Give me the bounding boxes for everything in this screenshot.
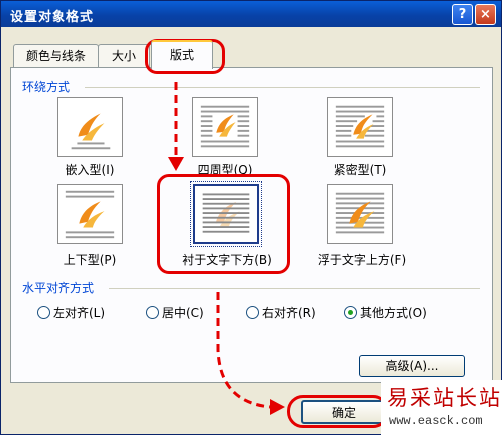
align-center-label: 居中(C) xyxy=(162,305,204,320)
in-front-of-text-label: 浮于文字上方(F) xyxy=(317,253,407,267)
inline-wrap-icon[interactable] xyxy=(57,97,123,157)
format-object-dialog: 设置对象格式 ? × 颜色与线条 大小 版式 环绕方式 嵌入型(I) 四周型(Q… xyxy=(0,0,502,435)
radio-circle-checked xyxy=(344,305,357,319)
tight-wrap-icon[interactable] xyxy=(327,97,393,157)
align-left-radio[interactable]: 左对齐(L) xyxy=(37,303,105,321)
title-bar[interactable]: 设置对象格式 ? × xyxy=(1,1,501,27)
square-wrap-icon[interactable] xyxy=(192,97,258,157)
horizontal-alignment-divider xyxy=(109,288,480,289)
wrapping-style-divider xyxy=(85,87,480,88)
tight-wrap-label: 紧密型(T) xyxy=(333,163,387,177)
tab-layout[interactable]: 版式 xyxy=(151,40,213,69)
radio-circle xyxy=(246,305,259,319)
advanced-button[interactable]: 高级(A)... xyxy=(359,355,465,377)
align-other-radio[interactable]: 其他方式(O) xyxy=(344,303,427,321)
close-button[interactable]: × xyxy=(475,4,496,25)
radio-circle xyxy=(37,305,50,319)
wrapping-style-heading: 环绕方式 xyxy=(22,78,75,95)
horizontal-alignment-heading: 水平对齐方式 xyxy=(22,279,99,296)
top-bottom-wrap-label: 上下型(P) xyxy=(63,253,117,267)
tab-size[interactable]: 大小 xyxy=(98,44,150,68)
radio-check-dot xyxy=(348,309,353,315)
help-button[interactable]: ? xyxy=(452,4,473,25)
align-right-label: 右对齐(R) xyxy=(262,305,316,320)
ok-button[interactable]: 确定 xyxy=(301,400,387,424)
align-left-label: 左对齐(L) xyxy=(53,305,106,320)
square-wrap-label: 四周型(Q) xyxy=(197,163,253,177)
top-bottom-wrap-icon[interactable] xyxy=(57,184,123,244)
behind-text-label: 衬于文字下方(B) xyxy=(182,253,272,267)
behind-text-icon[interactable] xyxy=(190,181,262,247)
watermark-url: www.easck.com xyxy=(389,414,483,428)
watermark-text: 易采站长站 xyxy=(387,386,502,410)
in-front-of-text-icon[interactable] xyxy=(327,184,393,244)
dialog-title: 设置对象格式 xyxy=(10,10,95,25)
radio-circle xyxy=(146,305,159,319)
site-watermark: 易采站长站 www.easck.com xyxy=(381,380,502,435)
align-other-label: 其他方式(O) xyxy=(360,305,427,320)
inline-wrap-label: 嵌入型(I) xyxy=(65,163,115,177)
tab-colors-lines[interactable]: 颜色与线条 xyxy=(13,44,99,68)
align-right-radio[interactable]: 右对齐(R) xyxy=(246,303,316,321)
align-center-radio[interactable]: 居中(C) xyxy=(146,303,204,321)
